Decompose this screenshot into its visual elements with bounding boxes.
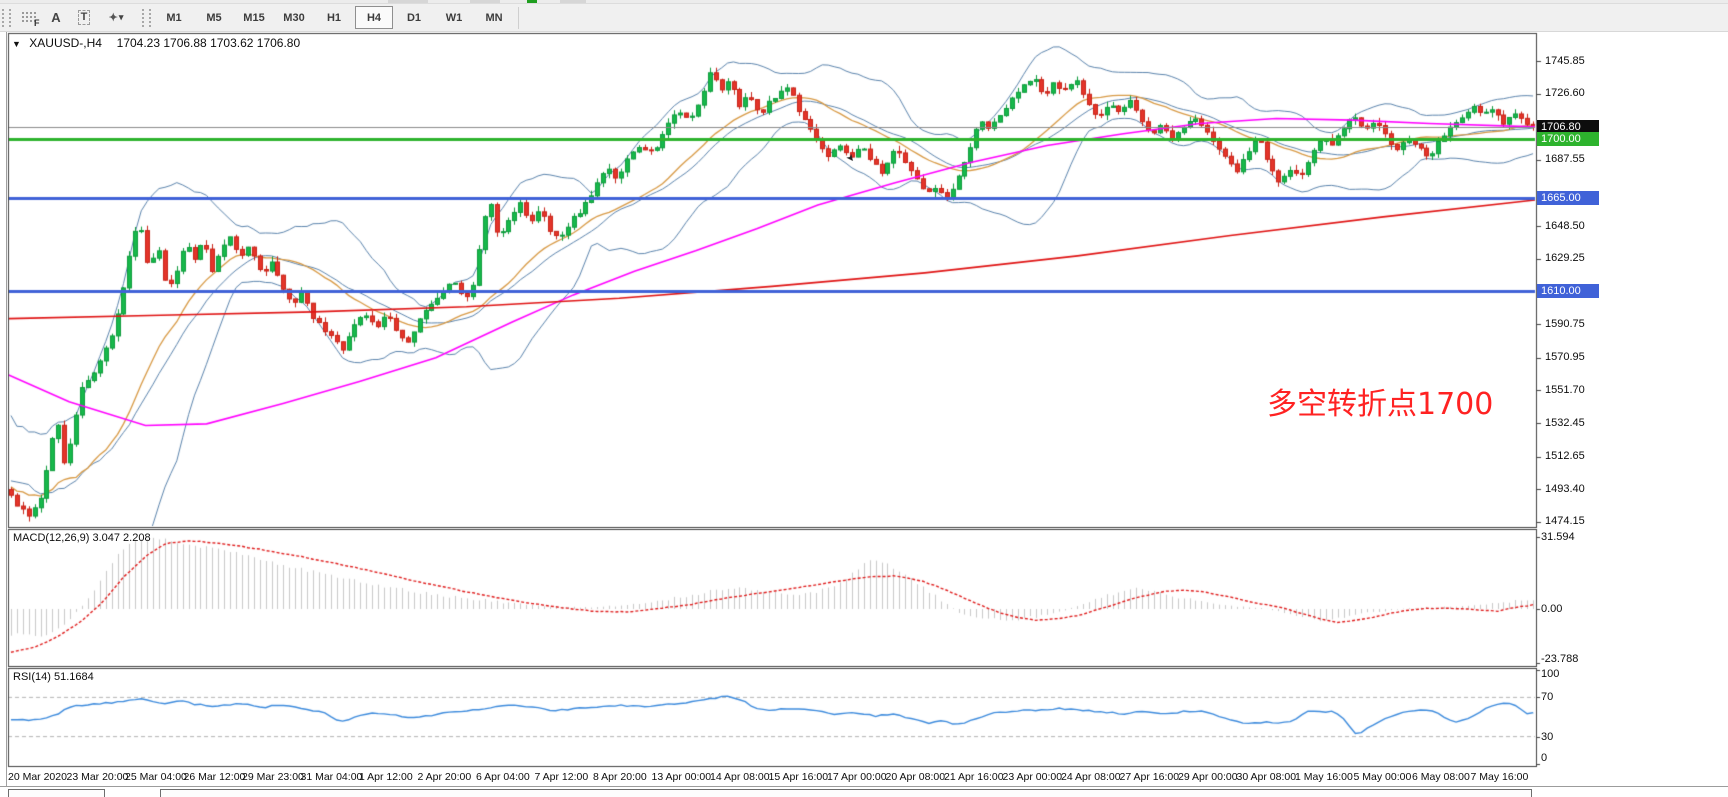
chart-ohlc-values: 1704.23 1706.88 1703.62 1706.80 <box>117 36 301 50</box>
macd-scale-label: 0.00 <box>1541 603 1562 615</box>
time-tick-label: 1 May 16:00 <box>1295 771 1353 783</box>
toolbar-sliver-segment <box>470 0 500 3</box>
macd-scale-label: -23.788 <box>1541 653 1578 665</box>
time-tick-label: 15 Apr 16:00 <box>769 771 829 783</box>
grid-f-tool-button[interactable]: F <box>14 6 42 30</box>
time-tick-label: 2 Apr 20:00 <box>418 771 472 783</box>
toolbar-separator <box>518 7 519 29</box>
time-tick-label: 23 Mar 20:00 <box>67 771 129 783</box>
shapes-tool-button[interactable]: ✦ ▾ <box>98 6 134 30</box>
price-tick-label: 1512.65 <box>1545 450 1585 462</box>
rsi-scale-label: 100 <box>1541 668 1559 680</box>
toolbar-drag-handle[interactable] <box>142 9 151 27</box>
time-tick-label: 5 May 00:00 <box>1354 771 1412 783</box>
price-tick-label: 1726.60 <box>1545 87 1585 99</box>
rsi-scale-label: 70 <box>1541 691 1553 703</box>
time-tick-label: 13 Apr 00:00 <box>652 771 712 783</box>
time-tick-label: 7 Apr 12:00 <box>535 771 589 783</box>
time-tick-label: 24 Apr 08:00 <box>1061 771 1121 783</box>
timeframe-button-m5[interactable]: M5 <box>195 6 233 29</box>
time-tick-label: 6 Apr 04:00 <box>476 771 530 783</box>
chart-title[interactable]: ▼ XAUUSD-,H4 1704.23 1706.88 1703.62 170… <box>12 36 300 50</box>
time-tick-label: 1 Apr 12:00 <box>359 771 413 783</box>
collapse-triangle-icon: ▼ <box>12 39 21 49</box>
time-tick-label: 17 Apr 00:00 <box>827 771 887 783</box>
price-tick-label: 1570.95 <box>1545 351 1585 363</box>
timeframe-button-m1[interactable]: M1 <box>155 6 193 29</box>
toolbar-sliver-segment <box>560 0 586 3</box>
price-tick-label: 1590.75 <box>1545 318 1585 330</box>
time-tick-label: 25 Mar 04:00 <box>125 771 187 783</box>
bottom-separator <box>0 786 1728 787</box>
timeframe-button-w1[interactable]: W1 <box>435 6 473 29</box>
price-tick-label: 1648.50 <box>1545 220 1585 232</box>
time-tick-label: 29 Apr 00:00 <box>1178 771 1238 783</box>
text-tool-button[interactable]: A <box>42 6 70 30</box>
grid-icon: F <box>21 11 36 24</box>
macd-indicator-label: MACD(12,26,9) 3.047 2.208 <box>13 532 151 544</box>
timeframe-button-m30[interactable]: M30 <box>275 6 313 29</box>
timeframe-button-mn[interactable]: MN <box>475 6 513 29</box>
price-tick-label: 1551.70 <box>1545 384 1585 396</box>
time-tick-label: 26 Mar 12:00 <box>184 771 246 783</box>
price-level-badge: 1700.00 <box>1537 132 1599 146</box>
chevron-down-icon: ▾ <box>119 12 124 23</box>
toolbar-sliver-segment <box>388 0 428 3</box>
rsi-scale-label: 30 <box>1541 731 1553 743</box>
time-tick-label: 6 May 08:00 <box>1412 771 1470 783</box>
chart-symbol-timeframe: XAUUSD-,H4 <box>29 36 102 50</box>
time-tick-label: 21 Apr 16:00 <box>944 771 1004 783</box>
timeframe-button-h1[interactable]: H1 <box>315 6 353 29</box>
time-tick-label: 23 Apr 00:00 <box>1003 771 1063 783</box>
rsi-scale-label: 0 <box>1541 752 1547 764</box>
price-level-badge: 1610.00 <box>1537 284 1599 298</box>
timeframe-button-group: M1M5M15M30H1H4D1W1MN <box>154 6 514 29</box>
window-left-border <box>6 32 7 786</box>
time-tick-label: 20 Apr 08:00 <box>886 771 946 783</box>
mt4-window: F A T ✦ ▾ M1M5M15M30H1H4D1W1MN ▼ XAUUSD-… <box>0 0 1728 796</box>
timeframe-button-d1[interactable]: D1 <box>395 6 433 29</box>
time-tick-label: 8 Apr 20:00 <box>593 771 647 783</box>
shapes-icon: ✦ <box>109 11 118 24</box>
price-tick-label: 1629.25 <box>1545 252 1585 264</box>
rsi-indicator-label: RSI(14) 51.1684 <box>13 671 94 683</box>
time-tick-label: 29 Mar 23:00 <box>242 771 304 783</box>
text-box-icon: T <box>78 10 91 25</box>
time-tick-label: 14 Apr 08:00 <box>710 771 770 783</box>
chart-annotation-text[interactable]: 多空转折点1700 <box>1267 379 1493 423</box>
price-tick-label: 1745.85 <box>1545 55 1585 67</box>
chart-toolbar: F A T ✦ ▾ M1M5M15M30H1H4D1W1MN <box>0 4 1728 32</box>
price-tick-label: 1532.45 <box>1545 417 1585 429</box>
time-tick-label: 7 May 16:00 <box>1471 771 1529 783</box>
time-tick-label: 31 Mar 04:00 <box>301 771 363 783</box>
textbox-tool-button[interactable]: T <box>70 6 98 30</box>
timeframe-button-h4[interactable]: H4 <box>355 6 393 29</box>
time-tick-label: 27 Apr 16:00 <box>1120 771 1180 783</box>
price-level-badge: 1665.00 <box>1537 191 1599 205</box>
timeframe-button-m15[interactable]: M15 <box>235 6 273 29</box>
toolbar-sliver-green-segment <box>527 0 537 3</box>
price-tick-label: 1474.15 <box>1545 515 1585 527</box>
macd-scale-label: 31.594 <box>1541 531 1575 543</box>
toolbar-drag-handle[interactable] <box>2 9 11 27</box>
time-tick-label: 30 Apr 08:00 <box>1237 771 1297 783</box>
letter-a-icon: A <box>51 10 60 25</box>
price-tick-label: 1687.55 <box>1545 153 1585 165</box>
time-tick-label: 20 Mar 2020 <box>8 771 67 783</box>
grid-f-label: F <box>34 18 40 28</box>
price-tick-label: 1493.40 <box>1545 483 1585 495</box>
